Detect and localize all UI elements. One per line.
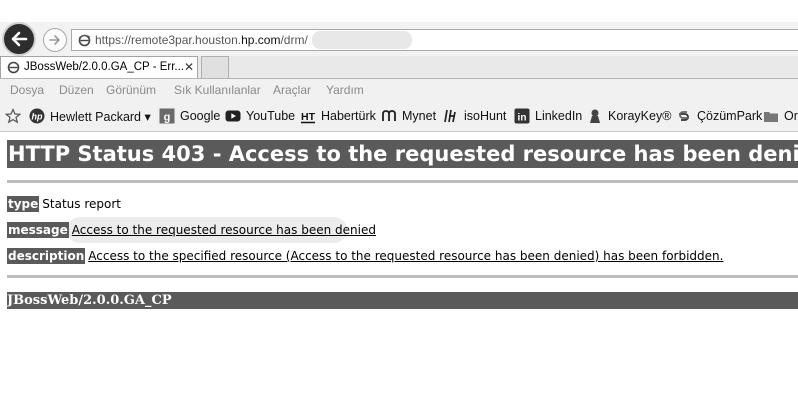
fav-google[interactable]: g Google	[159, 108, 220, 124]
youtube-icon	[225, 108, 241, 124]
url-field[interactable]: https://remote3par.houston.hp.com/drm/	[71, 29, 798, 51]
back-arrow-icon	[11, 31, 28, 47]
mynet-icon	[381, 108, 397, 124]
fav-mynet[interactable]: Mynet	[381, 108, 436, 124]
fav-youtube[interactable]: YouTube	[225, 108, 295, 124]
divider	[7, 180, 798, 183]
favorites-star-icon[interactable]	[5, 108, 21, 124]
fav-or[interactable]: Or	[763, 108, 798, 124]
message-line: message Access to the requested resource …	[7, 217, 376, 243]
url-text: https://remote3par.houston.hp.com/drm/	[95, 33, 308, 47]
menu-bar: Dosya Düzen Görünüm Sık Kullanılanlar Ar…	[0, 79, 798, 101]
menu-araclar[interactable]: Araçlar	[273, 83, 311, 97]
favorites-bar: hp Hewlett Packard ▾ g Google YouTube HT…	[0, 101, 798, 132]
fav-haberturk[interactable]: HT Habertürk	[300, 108, 376, 124]
blur-overlay	[312, 31, 412, 49]
hp-logo-icon: hp	[29, 108, 45, 124]
divider	[7, 275, 798, 278]
forward-arrow-icon	[49, 35, 60, 45]
menu-dosya[interactable]: Dosya	[10, 83, 44, 97]
message-label: message	[7, 222, 69, 238]
tab-close-icon[interactable]: ✕	[184, 60, 194, 74]
message-value: Access to the requested resource has bee…	[71, 223, 376, 237]
fav-koraykey[interactable]: KorayKey®	[587, 108, 671, 124]
menu-duzen[interactable]: Düzen	[59, 83, 94, 97]
description-label: description	[7, 248, 86, 264]
fav-linkedin[interactable]: in LinkedIn	[514, 108, 582, 124]
description-line: description Access to the specified resou…	[7, 248, 723, 264]
ie-page-icon	[7, 61, 20, 74]
type-line: type Status report	[7, 196, 121, 212]
svg-text:g: g	[164, 112, 171, 124]
fav-hewlett-packard[interactable]: hp Hewlett Packard ▾	[29, 108, 151, 124]
cozumpark-icon	[676, 108, 692, 124]
tab-active[interactable]: JBossWeb/2.0.0.GA_CP - Err... ✕	[0, 56, 198, 78]
koraykey-icon	[587, 108, 603, 124]
google-icon: g	[159, 108, 175, 124]
menu-yardim[interactable]: Yardım	[326, 83, 364, 97]
forward-button[interactable]	[43, 28, 67, 52]
menu-gorunum[interactable]: Görünüm	[106, 83, 156, 97]
haberturk-icon: HT	[300, 108, 316, 124]
fav-cozumpark[interactable]: ÇözümPark	[676, 108, 762, 124]
linkedin-icon: in	[514, 108, 530, 124]
tab-strip: JBossWeb/2.0.0.GA_CP - Err... ✕	[0, 56, 798, 79]
server-footer: JBossWeb/2.0.0.GA_CP	[7, 292, 798, 309]
svg-text:HT: HT	[301, 111, 316, 123]
ie-page-icon	[78, 34, 91, 47]
folder-icon	[763, 108, 779, 124]
svg-text:hp: hp	[32, 112, 43, 122]
type-value: Status report	[42, 197, 121, 211]
tab-title: JBossWeb/2.0.0.GA_CP - Err...	[24, 61, 185, 73]
back-button[interactable]	[2, 22, 36, 56]
description-value: Access to the specified resource (Access…	[88, 249, 724, 263]
page-content: HTTP Status 403 - Access to the requeste…	[0, 132, 798, 414]
type-label: type	[7, 196, 40, 212]
new-tab-button[interactable]	[201, 56, 229, 78]
menu-favorites[interactable]: Sık Kullanılanlar	[174, 83, 261, 97]
page-title: HTTP Status 403 - Access to the requeste…	[7, 140, 798, 168]
fav-isohunt[interactable]: isoHunt	[443, 108, 506, 124]
isohunt-icon	[443, 108, 459, 124]
svg-text:in: in	[518, 112, 527, 123]
